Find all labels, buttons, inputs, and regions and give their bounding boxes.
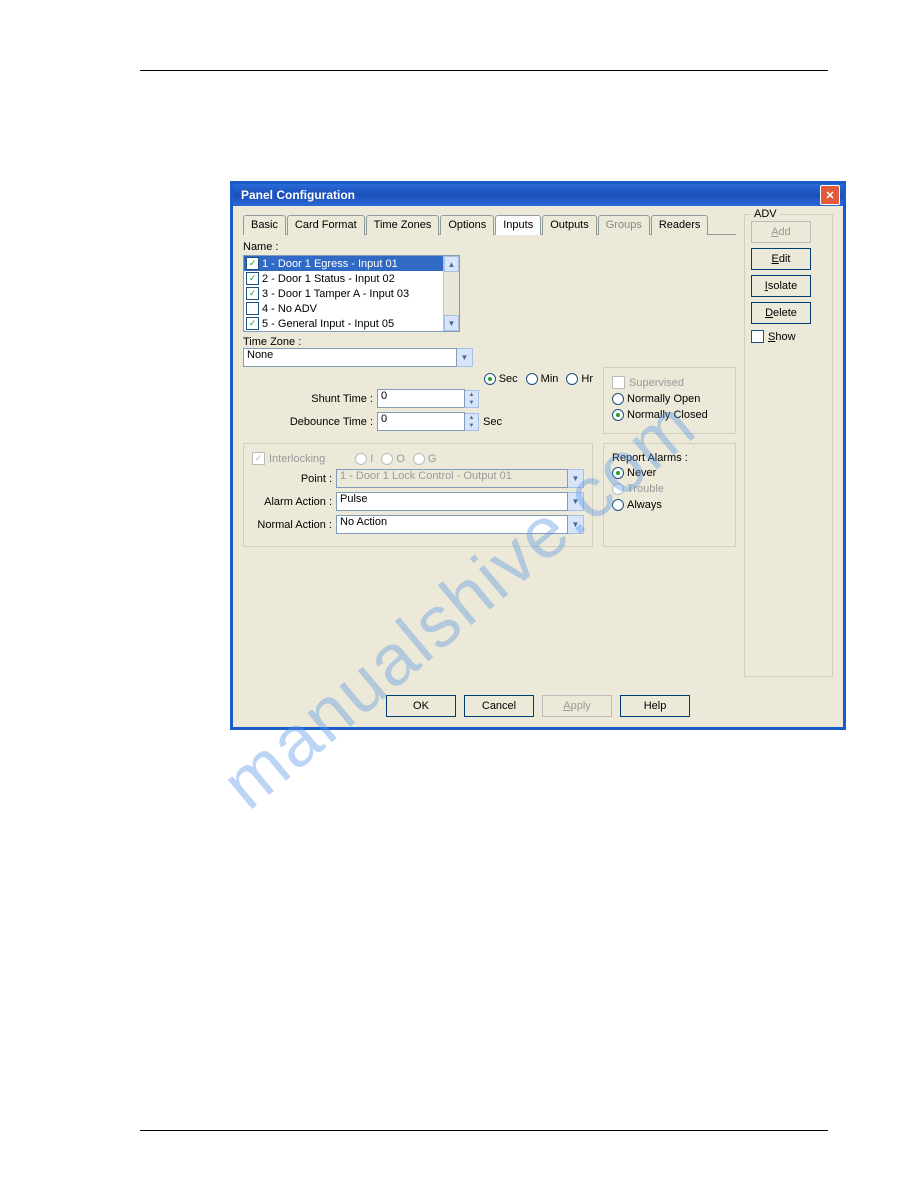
inputs-listbox[interactable]: ✓1 - Door 1 Egress - Input 01 ✓2 - Door … [243, 255, 460, 332]
checkbox-icon[interactable] [246, 302, 259, 315]
apply-button: Apply [542, 695, 612, 717]
interlocking-checkbox: ✓ [252, 452, 265, 465]
interlocking-group: ✓Interlocking I O G Point :1 - Door 1 Lo… [243, 443, 593, 547]
checkbox-icon[interactable]: ✓ [246, 287, 259, 300]
list-item[interactable]: ✓5 - General Input - Input 05 [244, 316, 459, 331]
top-rule [140, 70, 828, 71]
name-label: Name : [243, 241, 736, 253]
bottom-rule [140, 1130, 828, 1131]
point-dropdown: 1 - Door 1 Lock Control - Output 01 [336, 469, 568, 488]
timezone-label: Time Zone : [243, 336, 736, 348]
chevron-down-icon: ▼ [568, 469, 584, 488]
chevron-down-icon[interactable]: ▼ [444, 315, 459, 331]
shunt-input[interactable]: 0 [377, 389, 465, 408]
radio-normally-closed[interactable] [612, 409, 624, 421]
list-item[interactable]: 4 - No ADV [244, 301, 459, 316]
checkbox-icon[interactable]: ✓ [246, 317, 259, 330]
tab-options[interactable]: Options [440, 215, 494, 235]
timezone-dropdown[interactable]: None ▼ [243, 348, 473, 367]
edit-button[interactable]: Edit [751, 248, 811, 270]
radio-min[interactable] [526, 373, 538, 385]
close-icon[interactable]: ✕ [820, 185, 840, 205]
report-alarms-group: Report Alarms : Never Trouble Always [603, 443, 736, 547]
list-item[interactable]: ✓2 - Door 1 Status - Input 02 [244, 271, 459, 286]
debounce-label: Debounce Time : [243, 416, 377, 428]
shunt-spinner[interactable]: ▲▼ [465, 390, 479, 408]
radio-sec[interactable] [484, 373, 496, 385]
list-item[interactable]: ✓3 - Door 1 Tamper A - Input 03 [244, 286, 459, 301]
help-button[interactable]: Help [620, 695, 690, 717]
tab-outputs[interactable]: Outputs [542, 215, 597, 235]
isolate-button[interactable]: Isolate [751, 275, 811, 297]
list-item[interactable]: ✓1 - Door 1 Egress - Input 01 [244, 256, 459, 271]
radio-always[interactable] [612, 499, 624, 511]
scrollbar[interactable]: ▲▼ [443, 256, 459, 331]
chevron-down-icon[interactable]: ▼ [568, 492, 584, 511]
dialog-buttons: OK Cancel Apply Help [233, 687, 843, 727]
radio-i [355, 453, 367, 465]
checkbox-icon[interactable]: ✓ [246, 272, 259, 285]
radio-o [381, 453, 393, 465]
debounce-input[interactable]: 0 [377, 412, 465, 431]
tab-basic[interactable]: Basic [243, 215, 286, 235]
report-alarms-label: Report Alarms : [612, 452, 727, 464]
tab-strip: Basic Card Format Time Zones Options Inp… [243, 214, 736, 235]
tab-card-format[interactable]: Card Format [287, 215, 365, 235]
shunt-label: Shunt Time : [243, 393, 377, 405]
add-button: Add [751, 221, 811, 243]
supervised-group: Supervised Normally Open Normally Closed [603, 367, 736, 434]
chevron-up-icon[interactable]: ▲ [444, 256, 459, 272]
point-label: Point : [252, 473, 336, 485]
chevron-down-icon[interactable]: ▼ [457, 348, 473, 367]
radio-hr[interactable] [566, 373, 578, 385]
adv-title: ADV [751, 208, 780, 220]
supervised-checkbox [612, 376, 625, 389]
tab-readers[interactable]: Readers [651, 215, 709, 235]
cancel-button[interactable]: Cancel [464, 695, 534, 717]
normal-action-dropdown[interactable]: No Action [336, 515, 568, 534]
radio-normally-open[interactable] [612, 393, 624, 405]
show-checkbox[interactable] [751, 330, 764, 343]
timezone-value: None [243, 348, 457, 367]
tab-time-zones[interactable]: Time Zones [366, 215, 440, 235]
radio-trouble [612, 483, 624, 495]
tab-groups: Groups [598, 215, 650, 235]
radio-g [413, 453, 425, 465]
radio-never[interactable] [612, 467, 624, 479]
dialog-title: Panel Configuration [241, 188, 355, 202]
chevron-down-icon[interactable]: ▼ [568, 515, 584, 534]
debounce-spinner[interactable]: ▲▼ [465, 413, 479, 431]
tab-inputs[interactable]: Inputs [495, 215, 541, 235]
delete-button[interactable]: Delete [751, 302, 811, 324]
alarm-action-dropdown[interactable]: Pulse [336, 492, 568, 511]
alarm-action-label: Alarm Action : [252, 496, 336, 508]
titlebar: Panel Configuration ✕ [233, 184, 843, 206]
checkbox-icon[interactable]: ✓ [246, 257, 259, 270]
panel-configuration-dialog: Panel Configuration ✕ Basic Card Format … [230, 181, 846, 730]
ok-button[interactable]: OK [386, 695, 456, 717]
adv-panel: ADV Add Edit Isolate Delete Show [744, 214, 833, 677]
normal-action-label: Normal Action : [252, 519, 336, 531]
